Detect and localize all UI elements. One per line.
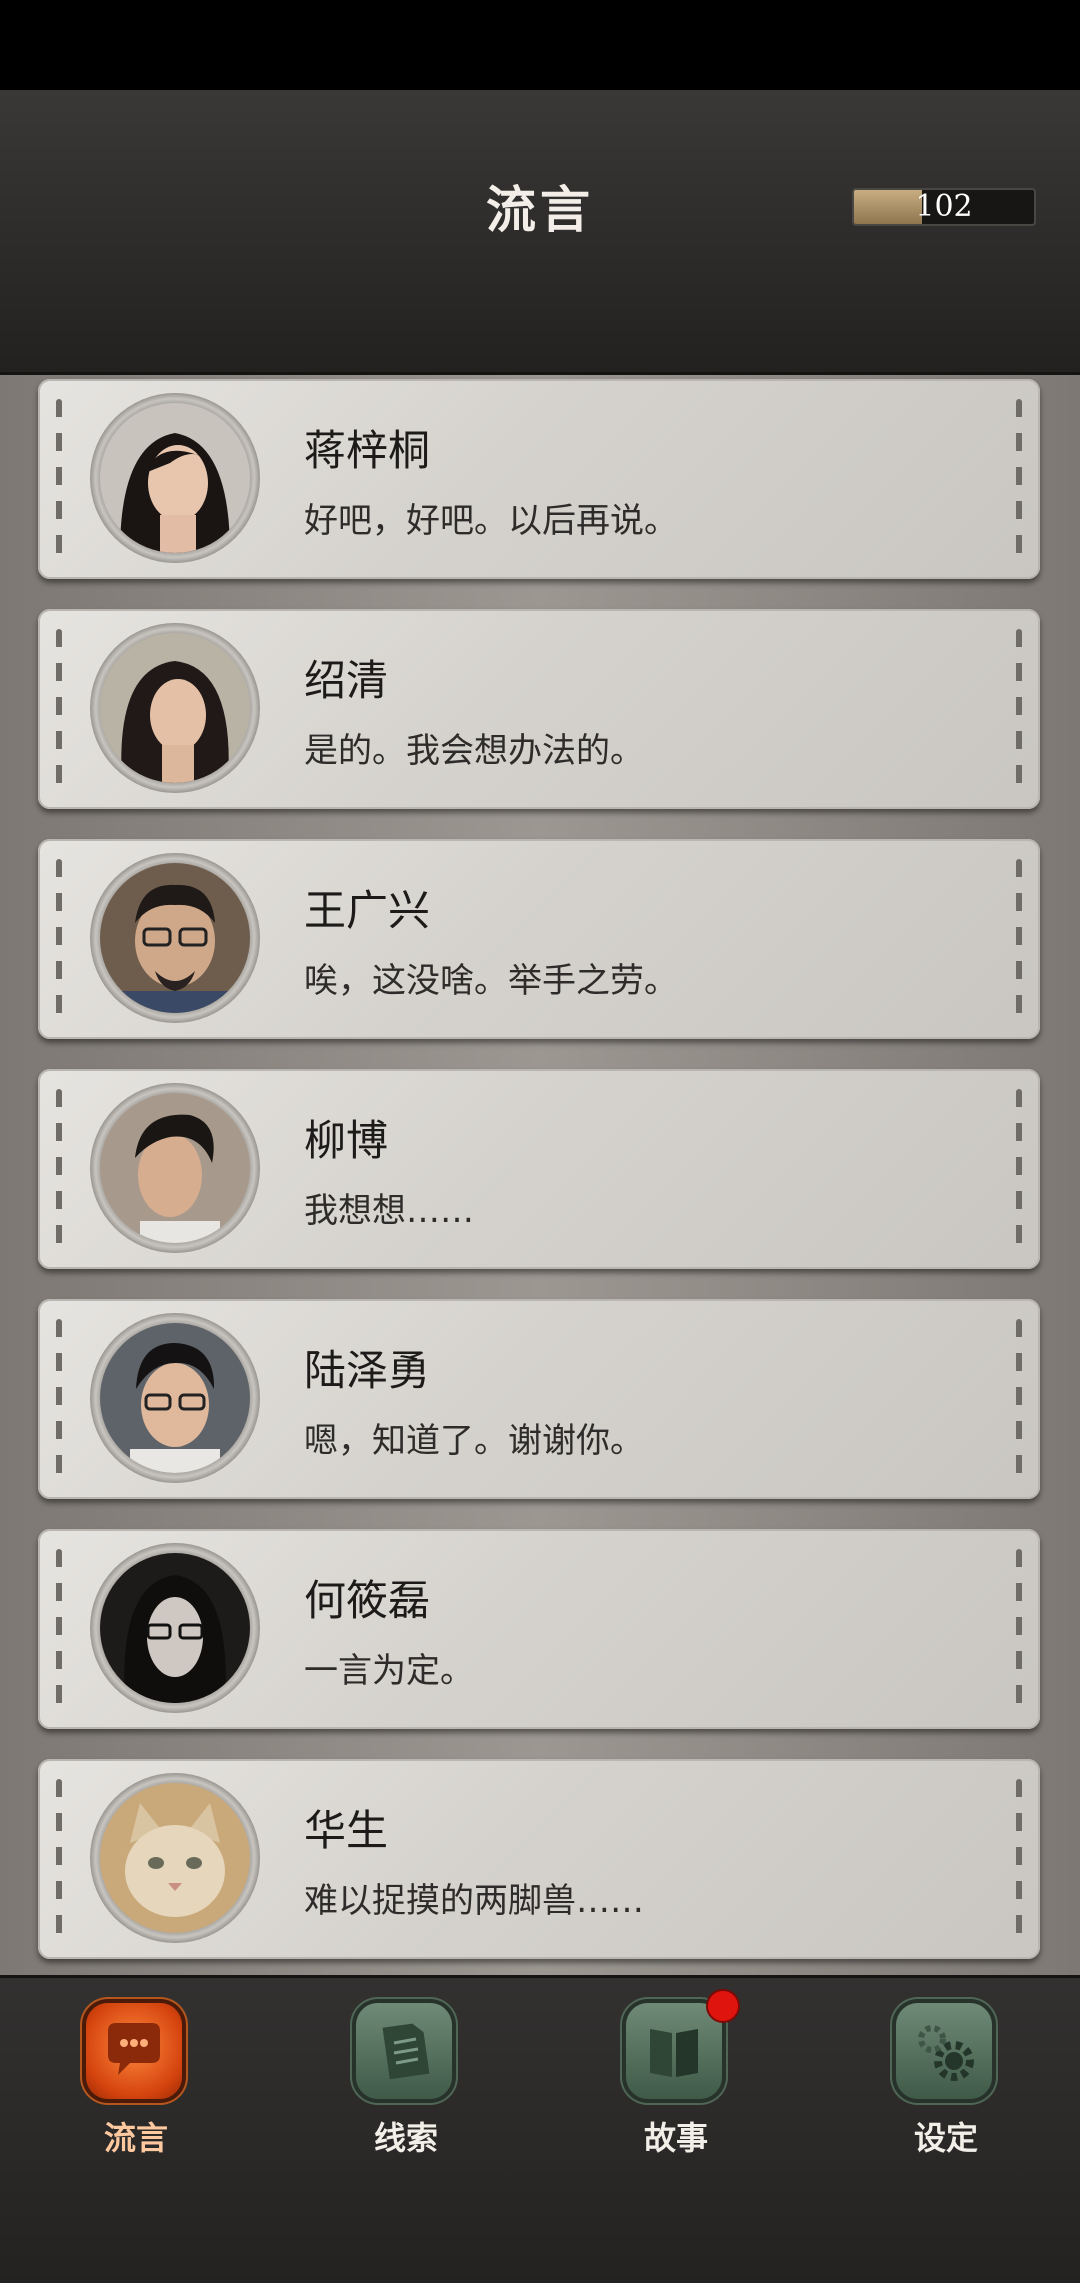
card-stitch-right <box>1016 399 1022 559</box>
card-stitch-left <box>56 1779 62 1939</box>
card-stitch-right <box>1016 1779 1022 1939</box>
contact-last-message: 是的。我会想办法的。 <box>304 731 644 771</box>
contact-name: 柳博 <box>304 1116 389 1165</box>
nav-tab-rumors[interactable]: 流言 <box>66 2003 206 2163</box>
avatar-frame <box>90 393 260 563</box>
contact-card[interactable]: 柳博 我想想…… <box>38 1069 1040 1269</box>
gear-icon <box>896 2003 992 2099</box>
contact-card[interactable]: 何筱磊 一言为定。 <box>38 1529 1040 1729</box>
card-stitch-left <box>56 1549 62 1709</box>
man-glasses-avatar-icon <box>100 863 250 1013</box>
currency-value: 102 <box>915 189 973 224</box>
contact-last-message: 一言为定。 <box>304 1651 474 1691</box>
avatar-frame <box>90 623 260 793</box>
avatar-frame <box>90 1083 260 1253</box>
card-stitch-left <box>56 1089 62 1249</box>
document-icon <box>356 2003 452 2099</box>
contact-card[interactable]: 王广兴 唉，这没啥。举手之劳。 <box>38 839 1040 1039</box>
contact-card[interactable]: 陆泽勇 嗯，知道了。谢谢你。 <box>38 1299 1040 1499</box>
contact-name: 王广兴 <box>304 886 431 935</box>
contact-last-message: 难以捉摸的两脚兽…… <box>304 1881 644 1921</box>
nav-label: 设定 <box>913 2119 978 2157</box>
avatar-frame <box>90 1313 260 1483</box>
woman-avatar-icon <box>100 403 250 553</box>
contact-list: 蒋梓桐 好吧，好吧。以后再说。 绍清 是的。我会想办法的。 王广兴 唉，这没啥。… <box>0 375 1080 1975</box>
contact-name: 华生 <box>304 1806 389 1855</box>
nav-label: 故事 <box>643 2119 708 2157</box>
book-icon <box>626 2003 722 2099</box>
status-bar <box>0 0 1080 90</box>
card-stitch-right <box>1016 1089 1022 1249</box>
card-stitch-right <box>1016 859 1022 1019</box>
bottom-nav: 流言 线索 故事 设定 <box>0 1975 1080 2283</box>
man-avatar-icon <box>100 1093 250 1243</box>
contact-name: 蒋梓桐 <box>304 426 431 475</box>
man-glasses-avatar-icon <box>100 1553 250 1703</box>
contact-last-message: 唉，这没啥。举手之劳。 <box>304 961 678 1001</box>
contact-last-message: 嗯，知道了。谢谢你。 <box>304 1421 644 1461</box>
man-glasses-avatar-icon <box>100 1323 250 1473</box>
contact-last-message: 我想想…… <box>304 1191 474 1231</box>
card-stitch-left <box>56 859 62 1019</box>
avatar-frame <box>90 1543 260 1713</box>
avatar-frame <box>90 1773 260 1943</box>
cat-avatar-icon <box>100 1783 250 1933</box>
contact-name: 绍清 <box>304 656 389 705</box>
card-stitch-left <box>56 1319 62 1479</box>
notification-badge <box>706 1989 740 2023</box>
avatar-frame <box>90 853 260 1023</box>
card-stitch-right <box>1016 1549 1022 1709</box>
woman-avatar-icon <box>100 633 250 783</box>
contact-card[interactable]: 华生 难以捉摸的两脚兽…… <box>38 1759 1040 1959</box>
chat-icon <box>86 2003 182 2099</box>
currency-bar: 102 <box>852 188 1036 226</box>
contact-card[interactable]: 绍清 是的。我会想办法的。 <box>38 609 1040 809</box>
card-stitch-right <box>1016 1319 1022 1479</box>
nav-label: 线索 <box>373 2119 438 2157</box>
card-stitch-left <box>56 399 62 559</box>
nav-label: 流言 <box>103 2119 168 2157</box>
contact-last-message: 好吧，好吧。以后再说。 <box>304 501 678 541</box>
nav-tab-clues[interactable]: 线索 <box>336 2003 476 2163</box>
card-stitch-left <box>56 629 62 789</box>
card-stitch-right <box>1016 629 1022 789</box>
contact-name: 何筱磊 <box>304 1576 431 1625</box>
nav-tab-settings[interactable]: 设定 <box>876 2003 1016 2163</box>
contact-card[interactable]: 蒋梓桐 好吧，好吧。以后再说。 <box>38 379 1040 579</box>
contact-name: 陆泽勇 <box>304 1346 431 1395</box>
nav-tab-story[interactable]: 故事 <box>606 1989 746 2163</box>
